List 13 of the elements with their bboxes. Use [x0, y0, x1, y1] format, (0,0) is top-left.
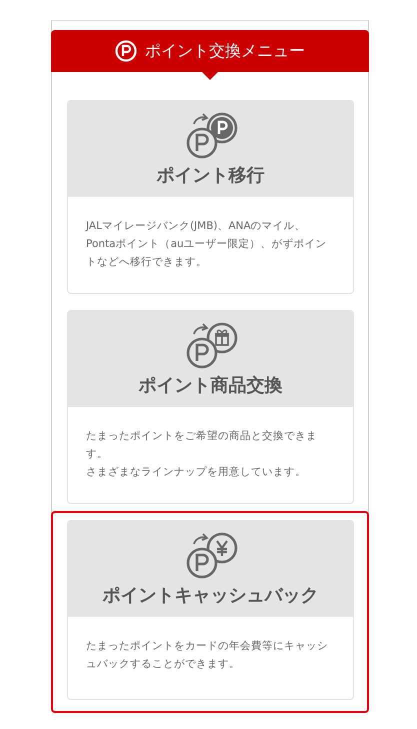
menu-item-frame[interactable]: ポイントキャッシュバック たまったポイントをカードの年会費等にキャッシュバックすることができます。	[51, 511, 369, 713]
menu-card-title: ポイント移行	[156, 164, 264, 187]
menu-card-description: さまざまなラインナップを用意しています。	[86, 465, 307, 480]
menu-card[interactable]: ポイント移行 JALマイレージバンク(JMB)、ANAのマイル、Pontaポイント（auユーザー限定）、がずポイントなどへ移行できます。	[67, 100, 354, 294]
menu-card-description: JALマイレージバンク(JMB)、ANAのマイル、Pontaポイント（auユーザー限定）、がずポイントなどへ移行できます。	[86, 219, 328, 270]
menu-card-title: ポイントキャッシュバック	[102, 584, 318, 607]
menu-card-description: たまったポイントをカードの年会費等にキャッシュバックすることができます。	[86, 639, 329, 672]
menu-card-title: ポイント商品交換	[138, 374, 282, 397]
point-icon	[115, 40, 137, 62]
menu-card[interactable]: ポイント商品交換 たまったポイントをご希望の商品と交換できます。 さまざまなラインナップを用意しています。	[67, 310, 354, 504]
menu-title: ポイント交換メニュー	[145, 40, 305, 62]
menu-card[interactable]: ポイントキャッシュバック たまったポイントをカードの年会費等にキャッシュバックすることができます。	[67, 520, 354, 700]
menu-card-description: たまったポイントをご希望の商品と交換できます。	[86, 429, 318, 462]
